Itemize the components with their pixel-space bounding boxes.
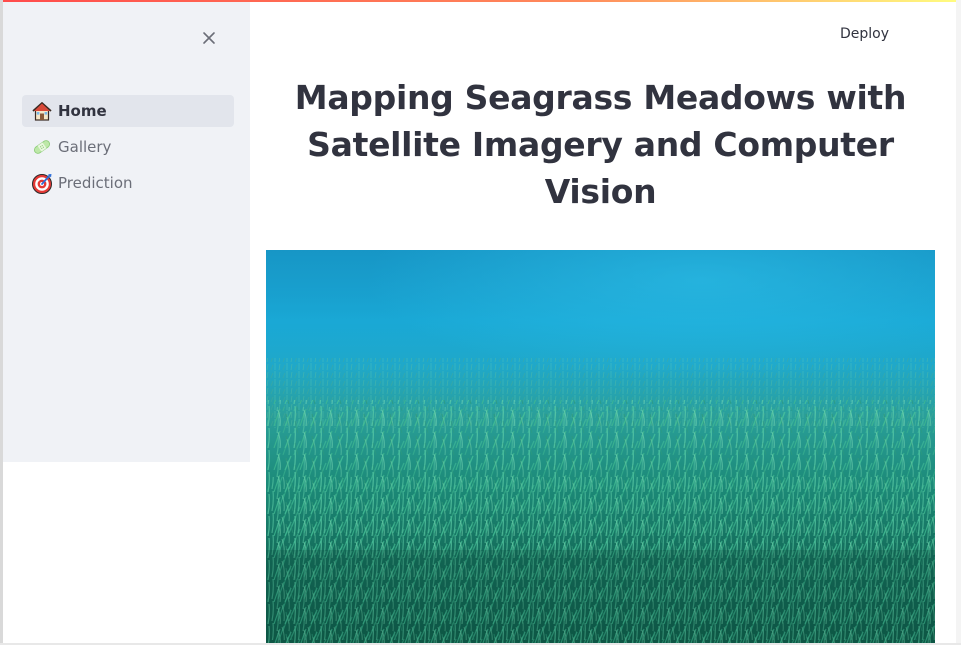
hero-image xyxy=(266,250,935,643)
sidebar-item-label: Prediction xyxy=(58,174,133,192)
bandage-icon xyxy=(31,136,53,158)
sidebar-item-home[interactable]: Home xyxy=(22,95,234,127)
sidebar: Home Gallery Prediction xyxy=(3,2,250,462)
window-edge xyxy=(956,0,961,645)
page-title: Mapping Seagrass Meadows with Satellite … xyxy=(294,78,907,211)
house-icon xyxy=(31,100,53,122)
app-window: Home Gallery Prediction Deploy Mapping S… xyxy=(0,0,961,645)
sidebar-item-gallery[interactable]: Gallery xyxy=(22,131,234,163)
target-icon xyxy=(31,172,53,194)
deploy-button[interactable]: Deploy xyxy=(828,22,901,46)
sidebar-item-prediction[interactable]: Prediction xyxy=(22,167,234,199)
close-icon[interactable] xyxy=(199,28,219,48)
sidebar-item-label: Home xyxy=(58,102,107,120)
sidebar-nav: Home Gallery Prediction xyxy=(22,95,234,203)
sidebar-item-label: Gallery xyxy=(58,138,112,156)
